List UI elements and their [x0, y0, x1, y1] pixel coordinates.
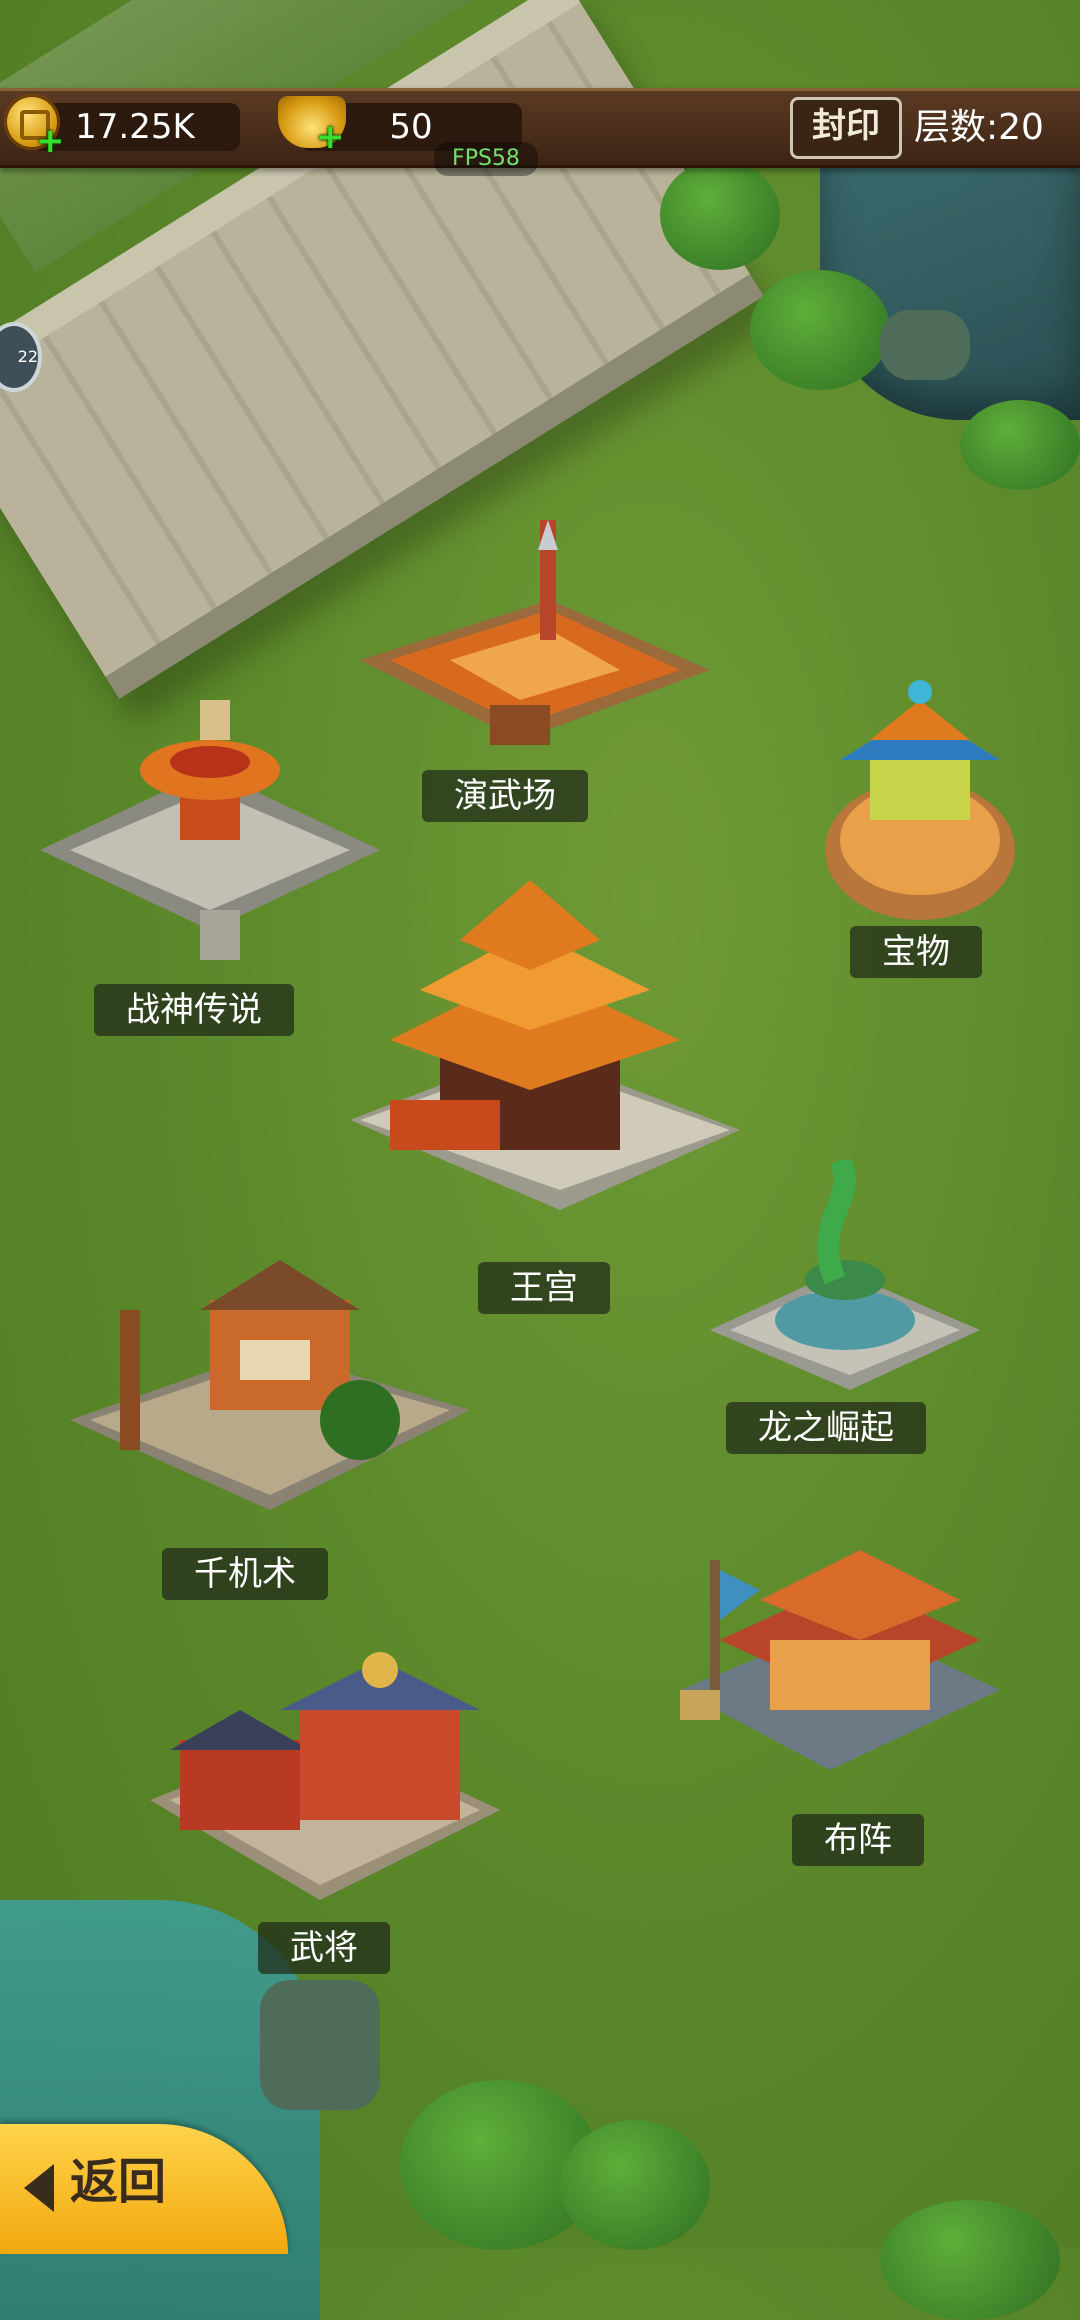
treasure-building[interactable]	[810, 680, 1030, 920]
rock	[880, 310, 970, 380]
add-ingots-icon[interactable]: +	[316, 120, 345, 154]
arena-building[interactable]	[340, 520, 720, 760]
bush	[750, 270, 890, 390]
bush	[880, 2200, 1060, 2320]
mechanism-label[interactable]: 千机术	[162, 1548, 328, 1600]
mechanism-building[interactable]	[70, 1260, 470, 1520]
palace-label[interactable]: 王宫	[478, 1262, 610, 1314]
generals-label[interactable]: 武将	[258, 1922, 390, 1974]
resource-bar: 17.25K 50 封印 层数:20	[0, 88, 1080, 168]
war-god-building[interactable]	[30, 700, 390, 960]
dragon-label[interactable]: 龙之崛起	[726, 1402, 926, 1454]
back-arrow-icon	[24, 2164, 54, 2212]
bush	[660, 160, 780, 270]
layer-count: 层数:20	[914, 107, 1044, 148]
fps-counter: FPS58	[434, 142, 538, 176]
dragon-building[interactable]	[710, 1160, 980, 1400]
back-label: 返回	[70, 2154, 167, 2210]
generals-building[interactable]	[150, 1640, 500, 1910]
bush	[960, 400, 1080, 490]
bush	[560, 2120, 710, 2250]
formation-building[interactable]	[660, 1520, 1000, 1780]
arena-label[interactable]: 演武场	[422, 770, 588, 822]
war-god-label[interactable]: 战神传说	[94, 984, 294, 1036]
palace-building[interactable]	[350, 880, 740, 1240]
seal-button[interactable]: 封印	[790, 97, 902, 159]
formation-label[interactable]: 布阵	[792, 1814, 924, 1866]
rock	[260, 1980, 380, 2110]
treasure-label[interactable]: 宝物	[850, 926, 982, 978]
add-coins-icon[interactable]: +	[36, 124, 65, 158]
